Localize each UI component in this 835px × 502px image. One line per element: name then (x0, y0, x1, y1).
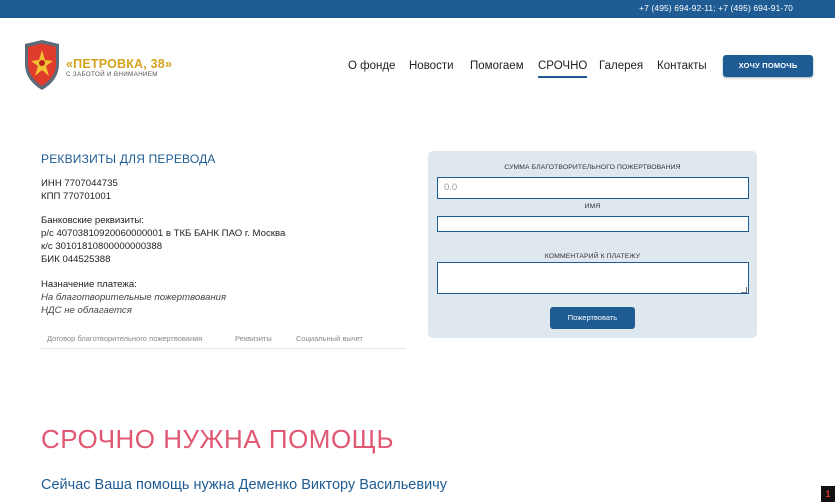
tab-donation-agreement[interactable]: Договор благотворительного пожертвования (47, 334, 202, 343)
corner-badge[interactable]: 1 (821, 486, 835, 502)
tab-tax-deduction[interactable]: Социальный вычет (296, 334, 363, 343)
textarea-resize-handle[interactable] (741, 287, 747, 293)
name-input[interactable] (437, 216, 749, 232)
bik: БИК 044525388 (41, 254, 111, 265)
donation-form: СУММА БЛАГОТВОРИТЕЛЬНОГО ПОЖЕРТВОВАНИЯ 0… (428, 151, 757, 338)
urgent-help-subtitle[interactable]: Сейчас Ваша помощь нужна Деменко Виктору… (41, 477, 447, 493)
tab-requisites[interactable]: Реквизиты (235, 334, 272, 343)
payment-purpose-label: Назначение платежа: (41, 279, 137, 290)
logo[interactable]: «ПЕТРОВКА, 38» С ЗАБОТОЙ И ВНИМАНИЕМ (22, 40, 182, 92)
vat-note: НДС не облагается (41, 305, 132, 316)
amount-label: СУММА БЛАГОТВОРИТЕЛЬНОГО ПОЖЕРТВОВАНИЯ (504, 164, 681, 171)
payment-purpose: На благотворительные пожертвования (41, 292, 227, 303)
amount-input[interactable]: 0.0 (437, 177, 749, 199)
name-label: ИМЯ (584, 203, 601, 210)
phone-numbers[interactable]: +7 (495) 694-92-11; +7 (495) 694-91-70 (639, 3, 793, 13)
header: «ПЕТРОВКА, 38» С ЗАБОТОЙ И ВНИМАНИЕМ О ф… (0, 18, 835, 118)
want-to-help-button[interactable]: ХОЧУ ПОМОЧЬ (723, 55, 813, 77)
bank-details-label: Банковские реквизиты: (41, 215, 144, 226)
nav-item-urgent[interactable]: СРОЧНО (538, 60, 588, 78)
kpp: КПП 770701001 (41, 191, 112, 202)
shield-logo-icon (25, 40, 59, 90)
logo-name: «ПЕТРОВКА, 38» (66, 57, 173, 71)
nav-item-helping[interactable]: Помогаем (470, 60, 524, 72)
nav-item-gallery[interactable]: Галерея (599, 60, 643, 72)
urgent-help-heading: СРОЧНО НУЖНА ПОМОЩЬ (41, 424, 395, 454)
correspondent-account: к/с 30101810800000000388 (41, 241, 163, 252)
donate-button[interactable]: Пожертвовать (550, 307, 635, 329)
requisites-title: РЕКВИЗИТЫ ДЛЯ ПЕРЕВОДА (41, 152, 216, 166)
page: +7 (495) 694-92-11; +7 (495) 694-91-70 «… (0, 0, 835, 502)
requisites-tabs: Договор благотворительного пожертвования… (41, 331, 406, 349)
comment-textarea[interactable] (437, 262, 749, 294)
requisites-section: РЕКВИЗИТЫ ДЛЯ ПЕРЕВОДА ИНН 7707044735 КП… (41, 152, 411, 349)
bank-account: р/с 40703810920060000001 в ТКБ БАНК ПАО … (41, 228, 286, 239)
nav-item-contacts[interactable]: Контакты (657, 60, 707, 72)
nav-item-news[interactable]: Новости (409, 60, 454, 72)
comment-label: КОММЕНТАРИЙ К ПЛАТЕЖУ (544, 253, 641, 260)
inn: ИНН 7707044735 (41, 178, 118, 189)
logo-tagline: С ЗАБОТОЙ И ВНИМАНИЕМ (66, 71, 158, 78)
top-bar: +7 (495) 694-92-11; +7 (495) 694-91-70 (0, 0, 835, 18)
nav-item-about[interactable]: О фонде (348, 60, 395, 72)
